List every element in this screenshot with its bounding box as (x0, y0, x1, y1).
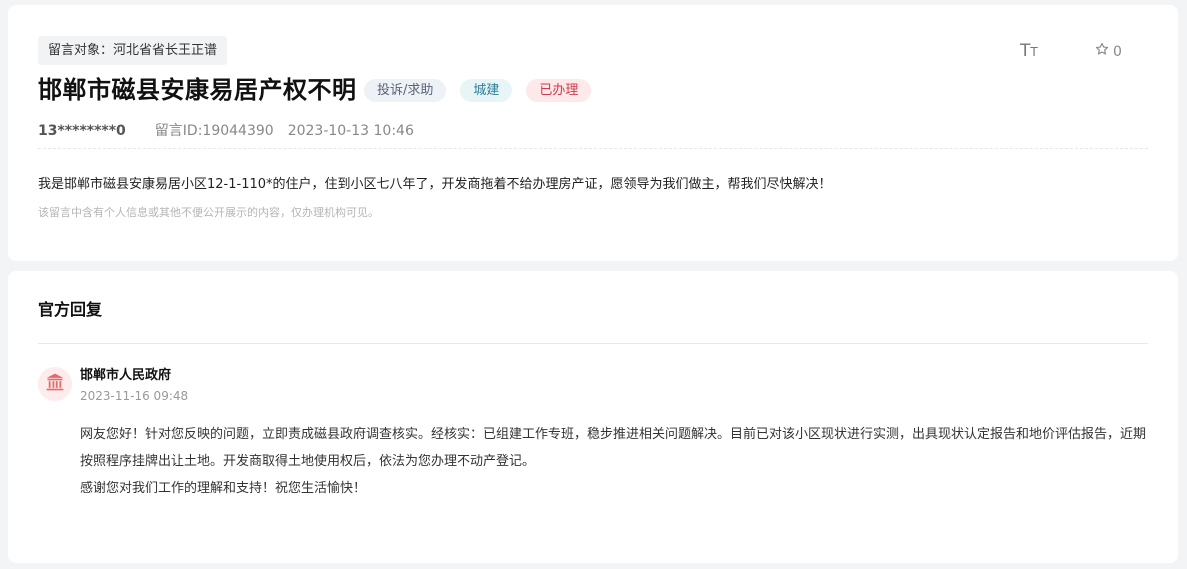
avatar (38, 367, 72, 401)
reply-org-name: 邯郸市人民政府 (80, 368, 172, 383)
message-title: 邯郸市磁县安康易居产权不明 (38, 76, 357, 104)
message-card: 留言对象：河北省省长王正谱 TT 0 邯郸市磁县安康易居产权不明 投诉/求助 城… (8, 5, 1178, 261)
divider (38, 148, 1148, 149)
divider (38, 343, 1148, 344)
government-building-icon (45, 372, 65, 396)
message-badges: 投诉/求助 城建 已办理 (364, 79, 592, 102)
font-size-button[interactable]: TT (1020, 41, 1038, 62)
reply-body: 网友您好！针对您反映的问题，立即责成磁县政府调查核实。经核实：已组建工作专班，稳… (80, 421, 1150, 502)
message-meta: 13********0 留言ID:19044390 2023-10-13 10:… (38, 121, 414, 141)
type-badge: 投诉/求助 (364, 79, 447, 102)
user-id: 13********0 (38, 123, 126, 139)
favorite-button[interactable]: 0 (1095, 42, 1122, 61)
reply-section-title: 官方回复 (38, 300, 103, 319)
privacy-notice: 该留言中含有个人信息或其他不便公开展示的内容，仅办理机构可见。 (38, 206, 379, 219)
reply-paragraph: 网友您好！针对您反映的问题，立即责成磁县政府调查核实。经核实：已组建工作专班，稳… (80, 427, 1147, 469)
message-target-label: 留言对象：河北省省长王正谱 (38, 36, 228, 65)
official-reply-card: 官方回复 邯郸市人民政府 2023-11-16 09:48 网友您好！针对您反映… (8, 271, 1178, 563)
message-datetime: 2023-10-13 10:46 (287, 123, 414, 139)
font-size-icon: TT (1020, 41, 1038, 61)
star-outline-icon (1095, 42, 1109, 61)
reply-time: 2023-11-16 09:48 (80, 389, 189, 403)
favorite-count: 0 (1113, 43, 1122, 60)
reply-paragraph: 感谢您对我们工作的理解和支持！祝您生活愉快！ (80, 481, 367, 496)
message-id: 留言ID:19044390 (154, 123, 274, 139)
department-badge: 城建 (460, 79, 513, 102)
status-badge: 已办理 (526, 79, 592, 102)
message-content: 我是邯郸市磁县安康易居小区12-1-110*的住户，住到小区七八年了，开发商拖着… (38, 177, 832, 192)
